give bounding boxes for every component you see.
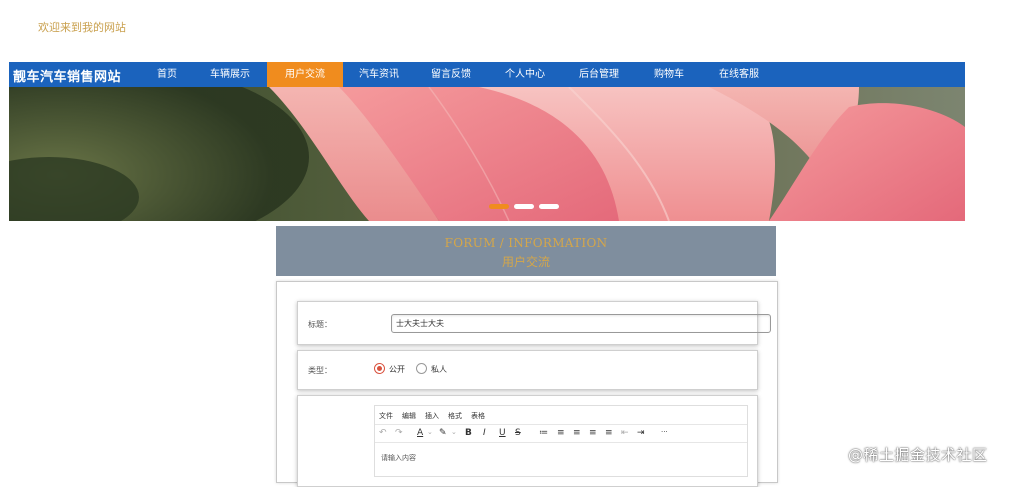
menu-file[interactable]: 文件	[379, 411, 393, 421]
radio-private[interactable]	[416, 363, 427, 374]
content-row: 文件 编辑 插入 格式 表格 ↶ ↷ A ⌄ ✎ ⌄ B I U S ≔ ≡ ≡…	[297, 395, 758, 487]
forum-title-en: FORUM / INFORMATION	[444, 236, 608, 250]
title-label: 标题：	[308, 320, 332, 329]
rich-text-editor[interactable]: 文件 编辑 插入 格式 表格 ↶ ↷ A ⌄ ✎ ⌄ B I U S ≔ ≡ ≡…	[374, 405, 748, 477]
nav-item-profile[interactable]: 个人中心	[497, 62, 553, 87]
carousel-dot-1[interactable]	[489, 204, 509, 209]
banner-carousel[interactable]	[9, 87, 965, 221]
menu-edit[interactable]: 编辑	[402, 411, 416, 421]
nav-item-support[interactable]: 在线客服	[709, 62, 769, 87]
menu-format[interactable]: 格式	[448, 411, 462, 421]
radio-public[interactable]	[374, 363, 385, 374]
forum-title-cn: 用户交流	[501, 255, 550, 269]
underline-icon[interactable]: U	[499, 428, 506, 438]
carousel-dot-2[interactable]	[514, 204, 534, 209]
align-justify-icon[interactable]: ≡	[605, 428, 613, 438]
editor-toolbar: ↶ ↷ A ⌄ ✎ ⌄ B I U S ≔ ≡ ≡ ≡ ≡ ⇤ ⇥ ···	[375, 425, 747, 443]
editor-placeholder[interactable]: 请输入内容	[381, 453, 416, 463]
menu-insert[interactable]: 插入	[425, 411, 439, 421]
nav-item-cart[interactable]: 购物车	[645, 62, 693, 87]
nav-item-home[interactable]: 首页	[149, 62, 185, 87]
nav-item-feedback[interactable]: 留言反馈	[423, 62, 479, 87]
redo-icon[interactable]: ↷	[395, 428, 403, 438]
carousel-dot-3[interactable]	[539, 204, 559, 209]
bold-icon[interactable]: B	[465, 428, 472, 438]
align-right-icon[interactable]: ≡	[589, 428, 597, 438]
forum-section-header: FORUM / INFORMATION 用户交流	[276, 226, 776, 276]
main-navbar: 靓车汽车销售网站 首页 车辆展示 用户交流 汽车资讯 留言反馈 个人中心 后台管…	[9, 62, 965, 87]
highlight-dropdown-icon[interactable]: ⌄	[451, 428, 457, 436]
highlight-color-icon[interactable]: ✎	[439, 428, 447, 438]
nav-item-cars[interactable]: 车辆展示	[203, 62, 257, 87]
radio-public-label[interactable]: 公开	[389, 364, 405, 375]
undo-icon[interactable]: ↶	[379, 428, 387, 438]
bullet-list-icon[interactable]: ≔	[539, 428, 548, 438]
site-brand[interactable]: 靓车汽车销售网站	[13, 66, 121, 85]
indent-icon[interactable]: ⇥	[637, 428, 645, 438]
strikethrough-icon[interactable]: S	[515, 428, 521, 438]
radio-private-label[interactable]: 私人	[431, 364, 447, 375]
italic-icon[interactable]: I	[483, 428, 486, 438]
title-row: 标题： 士大夫士大夫	[297, 301, 771, 345]
text-color-dropdown-icon[interactable]: ⌄	[427, 428, 433, 436]
type-label: 类型：	[308, 366, 332, 375]
text-color-icon[interactable]: A	[417, 428, 423, 438]
more-options-icon[interactable]: ···	[661, 428, 668, 436]
type-row: 类型： 公开 私人	[297, 350, 758, 390]
banner-image	[9, 87, 965, 221]
editor-menubar: 文件 编辑 插入 格式 表格	[375, 406, 747, 425]
menu-table[interactable]: 表格	[471, 411, 485, 421]
align-left-icon[interactable]: ≡	[557, 428, 565, 438]
outdent-icon[interactable]: ⇤	[621, 428, 629, 438]
watermark: @稀土掘金技术社区	[848, 446, 988, 464]
nav-item-news[interactable]: 汽车资讯	[351, 62, 407, 87]
post-form: 标题： 士大夫士大夫 类型： 公开 私人 文件 编辑 插入 格式 表格 ↶ ↷ …	[276, 281, 778, 487]
nav-item-forum[interactable]: 用户交流	[267, 62, 343, 87]
align-center-icon[interactable]: ≡	[573, 428, 581, 438]
nav-item-admin[interactable]: 后台管理	[571, 62, 627, 87]
title-input[interactable]: 士大夫士大夫	[391, 314, 771, 333]
welcome-text: 欢迎来到我的网站	[38, 21, 126, 34]
